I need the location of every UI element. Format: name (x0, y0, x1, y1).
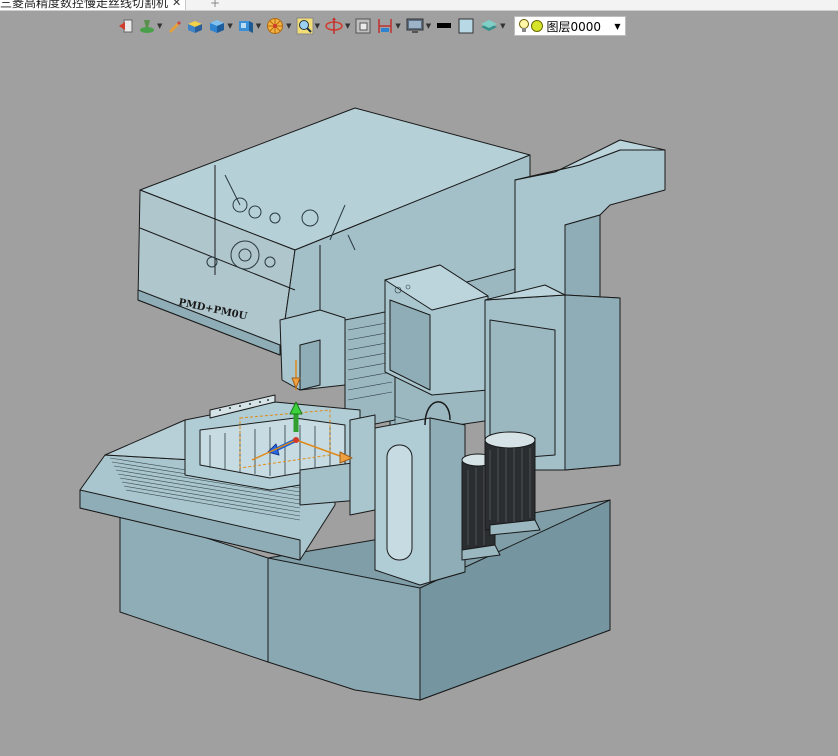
machine-model: PMD+PM0U (79, 107, 666, 701)
layer-value: 图层0000 (546, 19, 602, 34)
pencil-icon[interactable] (166, 15, 182, 37)
tab-bar: 三菱高精度数控慢走丝线切割机 ✕ + (0, 0, 838, 11)
color-black-icon[interactable] (435, 15, 453, 37)
document-tab[interactable]: 三菱高精度数控慢走丝线切割机 ✕ (0, 0, 187, 10)
dimension-icon[interactable]: ▼ (376, 15, 401, 37)
plus-icon[interactable]: + (210, 0, 220, 10)
shade-icon[interactable]: ▼ (237, 15, 261, 37)
chevron-down-icon[interactable]: ▼ (614, 22, 620, 31)
layer-color-icon[interactable] (530, 19, 544, 33)
cube-icon[interactable]: ▼ (208, 15, 233, 37)
layer-select[interactable]: 图层0000 ▼ (513, 16, 626, 36)
layers-icon[interactable]: ▼ (479, 15, 506, 37)
document-tab-title: 三菱高精度数控慢走丝线切割机 (0, 0, 169, 10)
box-icon[interactable] (186, 15, 204, 37)
rotate-axis-icon[interactable]: ▼ (324, 15, 350, 37)
sketch-icon[interactable]: ▼ (138, 15, 162, 37)
lightbulb-icon[interactable] (518, 18, 530, 34)
close-icon[interactable]: ✕ (172, 0, 181, 10)
section-icon[interactable] (354, 15, 372, 37)
zoom-fit-icon[interactable]: ▼ (296, 15, 320, 37)
exit-icon[interactable] (118, 15, 134, 37)
monitor-icon[interactable]: ▼ (405, 15, 431, 37)
view-toolbar: ▼ ▼ ▼ ▼ ▼ ▼ ▼ ▼ ▼ 图层0000 ▼ (118, 13, 626, 39)
wheel-icon[interactable]: ▼ (265, 15, 292, 37)
color-square-icon[interactable] (457, 15, 475, 37)
3d-viewport[interactable]: PMD+PM0U (0, 40, 838, 752)
